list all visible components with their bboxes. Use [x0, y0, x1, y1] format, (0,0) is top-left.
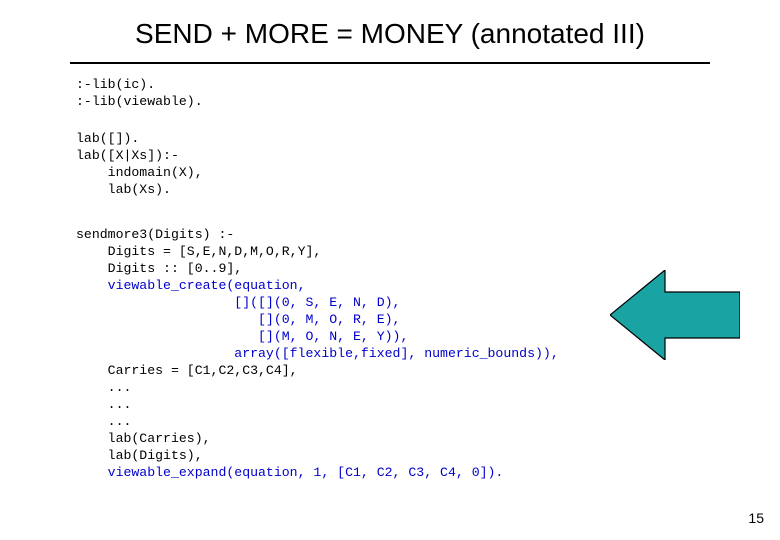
code-line-blue: viewable_create(equation,	[108, 278, 306, 293]
code-line: lab(Xs).	[76, 182, 171, 197]
left-arrow-icon	[610, 270, 740, 360]
code-line-indent	[76, 380, 108, 395]
code-line: ...	[108, 397, 132, 412]
page-title: SEND + MORE = MONEY (annotated III)	[0, 18, 780, 50]
code-block-lab: lab([]). lab([X|Xs]):- indomain(X), lab(…	[76, 130, 203, 198]
code-line: lab(Digits),	[108, 448, 203, 463]
code-line: Digits :: [0..9],	[76, 261, 242, 276]
code-line: :-lib(ic).	[76, 77, 155, 92]
code-line: indomain(X),	[76, 165, 203, 180]
code-line: lab(Carries),	[108, 431, 211, 446]
code-line-blue: viewable_expand(equation, 1, [C1, C2, C3…	[108, 465, 504, 480]
slide: SEND + MORE = MONEY (annotated III) :-li…	[0, 0, 780, 540]
code-block-libs: :-lib(ic). :-lib(viewable).	[76, 76, 203, 110]
code-line: :-lib(viewable).	[76, 94, 203, 109]
code-line-indent	[76, 448, 108, 463]
code-line-indent	[76, 363, 108, 378]
code-line-blue: [](0, M, O, R, E),	[76, 312, 400, 327]
code-line: ...	[108, 380, 132, 395]
code-line: Carries = [C1,C2,C3,C4],	[108, 363, 298, 378]
code-line-blue: []([](0, S, E, N, D),	[76, 295, 400, 310]
code-line-blue: array([flexible,fixed], numeric_bounds))…	[76, 346, 559, 361]
code-line: ...	[108, 414, 132, 429]
title-underline	[70, 62, 710, 64]
code-line-indent	[76, 278, 108, 293]
code-line-indent	[76, 397, 108, 412]
code-line: Digits = [S,E,N,D,M,O,R,Y],	[76, 244, 321, 259]
code-line: lab([]).	[76, 131, 139, 146]
code-block-sendmore: sendmore3(Digits) :- Digits = [S,E,N,D,M…	[76, 226, 559, 481]
code-line-indent	[76, 414, 108, 429]
page-number: 15	[748, 510, 764, 526]
code-line-blue: [](M, O, N, E, Y)),	[76, 329, 408, 344]
code-line: lab([X|Xs]):-	[76, 148, 179, 163]
code-line: sendmore3(Digits) :-	[76, 227, 234, 242]
code-line-indent	[76, 465, 108, 480]
arrow-shape	[610, 270, 740, 360]
code-line-indent	[76, 431, 108, 446]
